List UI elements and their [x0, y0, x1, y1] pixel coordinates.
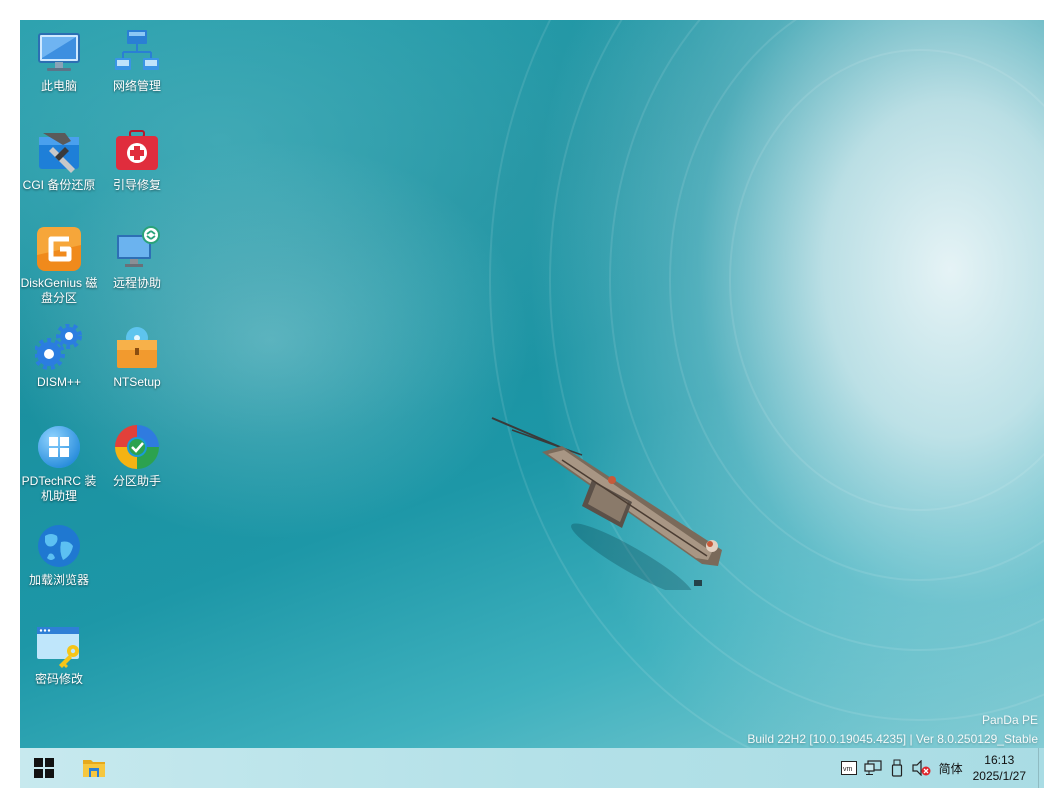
gears-icon	[35, 324, 82, 370]
vm-icon: vm	[840, 761, 857, 775]
taskbar: vm 简体 16:13 2025/1/27	[20, 748, 1044, 788]
show-desktop-button[interactable]	[1038, 748, 1044, 788]
globe-icon	[38, 525, 80, 567]
svg-text:vm: vm	[843, 766, 853, 773]
desktop-icon-password[interactable]: 密码修改	[20, 621, 98, 687]
desktop-icon-label: PDTechRC 装机助理	[21, 474, 97, 503]
password-key-icon	[37, 627, 79, 668]
clock-date: 2025/1/27	[972, 769, 1026, 783]
desktop-icon-label: 密码修改	[34, 672, 83, 686]
windows-start-icon	[34, 758, 54, 778]
backup-tools-icon	[39, 133, 79, 173]
desktop-icon-dism[interactable]: DISM++	[20, 324, 98, 390]
desktop-icon-pdtechrc[interactable]: PDTechRC 装机助理	[20, 423, 98, 504]
start-button[interactable]	[24, 748, 64, 788]
clock-time: 16:13	[984, 753, 1015, 767]
tray-volume[interactable]	[910, 757, 932, 779]
desktop-icon-label: NTSetup	[113, 375, 161, 389]
desktop-icon-label: 远程协助	[112, 276, 161, 290]
desktop-icon-label: 分区助手	[112, 474, 161, 488]
file-explorer-button[interactable]	[74, 748, 114, 788]
diskgenius-icon	[37, 227, 81, 271]
tray-network[interactable]	[862, 757, 884, 779]
system-tray: vm 简体 16:13 2025/1/27	[837, 748, 1044, 788]
desktop-icon-label: DiskGenius 磁盘分区	[20, 276, 98, 305]
desktop-icon-network[interactable]: 网络管理	[98, 28, 176, 94]
desktop: 此电脑 CGI 备份还原 DiskGenius 磁盘分区 DISM++ PDTe…	[20, 20, 1044, 788]
repair-kit-icon	[116, 130, 158, 170]
network-icon	[115, 30, 159, 70]
speaker-muted-icon	[911, 760, 931, 776]
desktop-icon-label: 引导修复	[112, 178, 161, 192]
clock[interactable]: 16:13 2025/1/27	[973, 752, 1026, 784]
desktop-icon-label: CGI 备份还原	[22, 178, 96, 192]
tray-usb[interactable]	[886, 757, 908, 779]
desktop-icon-boot-repair[interactable]: 引导修复	[98, 127, 176, 193]
desktop-icon-this-pc[interactable]: 此电脑	[20, 28, 98, 94]
boat-image	[491, 417, 722, 590]
desktop-icon-browser[interactable]: 加载浏览器	[20, 522, 98, 588]
partition-assistant-icon	[115, 425, 159, 469]
desktop-icon-label: 加载浏览器	[28, 573, 89, 587]
pe-name-watermark: PanDa PE	[981, 713, 1038, 727]
tray-vm[interactable]: vm	[838, 757, 860, 779]
input-method-indicator[interactable]: 简体	[939, 760, 963, 777]
desktop-icon-label: 此电脑	[40, 79, 77, 93]
desktop-icon-label: DISM++	[36, 375, 81, 389]
desktop-icon-partition-assistant[interactable]: 分区助手	[98, 423, 176, 489]
windows-logo-icon	[38, 426, 80, 468]
usb-drive-icon	[891, 759, 902, 777]
desktop-icon-label: 网络管理	[112, 79, 161, 93]
desktop-icon-remote-assist[interactable]: 远程协助	[98, 225, 176, 291]
computer-icon	[38, 33, 80, 71]
desktop-icon-ntsetup[interactable]: NTSetup	[98, 324, 176, 390]
setup-package-icon	[117, 327, 157, 368]
remote-assist-icon	[117, 226, 160, 267]
file-explorer-icon	[83, 760, 105, 777]
desktop-icon-cgi-backup[interactable]: CGI 备份还原	[20, 127, 98, 193]
network-monitor-icon	[863, 760, 882, 775]
build-info-watermark: Build 22H2 [10.0.19045.4235] | Ver 8.0.2…	[747, 732, 1038, 746]
desktop-icon-diskgenius[interactable]: DiskGenius 磁盘分区	[20, 225, 98, 306]
